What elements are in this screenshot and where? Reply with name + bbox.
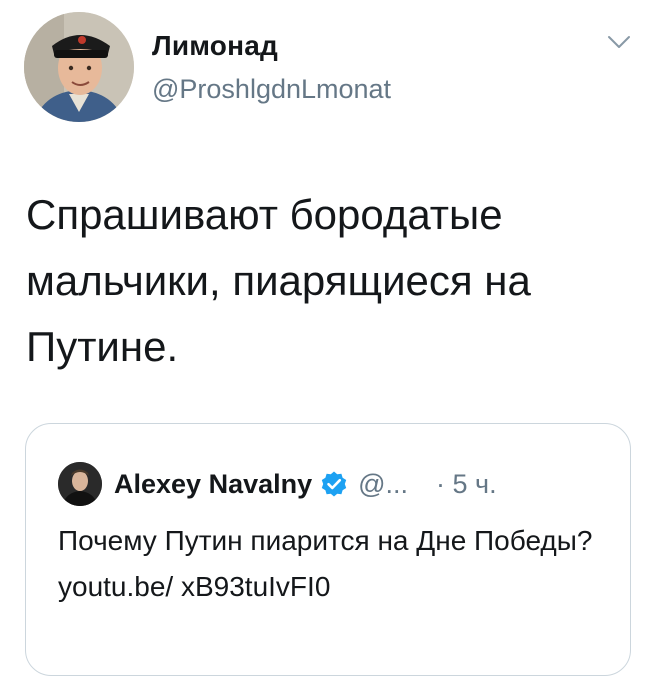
quoted-author-avatar[interactable] [58,462,102,506]
quoted-tweet-card[interactable]: Alexey Navalny @... · 5 ч. Почему Путин … [25,423,631,676]
quoted-author-display-name[interactable]: Alexey Navalny [114,469,312,500]
chevron-down-icon[interactable] [606,32,632,52]
author-display-name[interactable]: Лимонад [152,30,278,62]
tweet-text: Спрашивают бородатые мальчики, пиарящиес… [26,191,531,370]
quoted-avatar-photo [58,462,102,506]
quoted-tweet-text: Почему Путин пиарится на Дне Победы? you… [58,525,593,602]
quoted-tweet-header: Alexey Navalny @... · 5 ч. [114,464,497,504]
tweet[interactable]: Лимонад @ProshlgdnLmonat Спрашивают боро… [0,0,654,679]
author-handle[interactable]: @ProshlgdnLmonat [152,74,391,105]
author-avatar[interactable] [24,12,134,122]
quoted-tweet-timestamp[interactable]: · 5 ч. [436,469,497,500]
avatar-photo [24,12,134,122]
quoted-author-handle[interactable]: @... [358,469,408,500]
verified-badge-icon [320,470,348,498]
